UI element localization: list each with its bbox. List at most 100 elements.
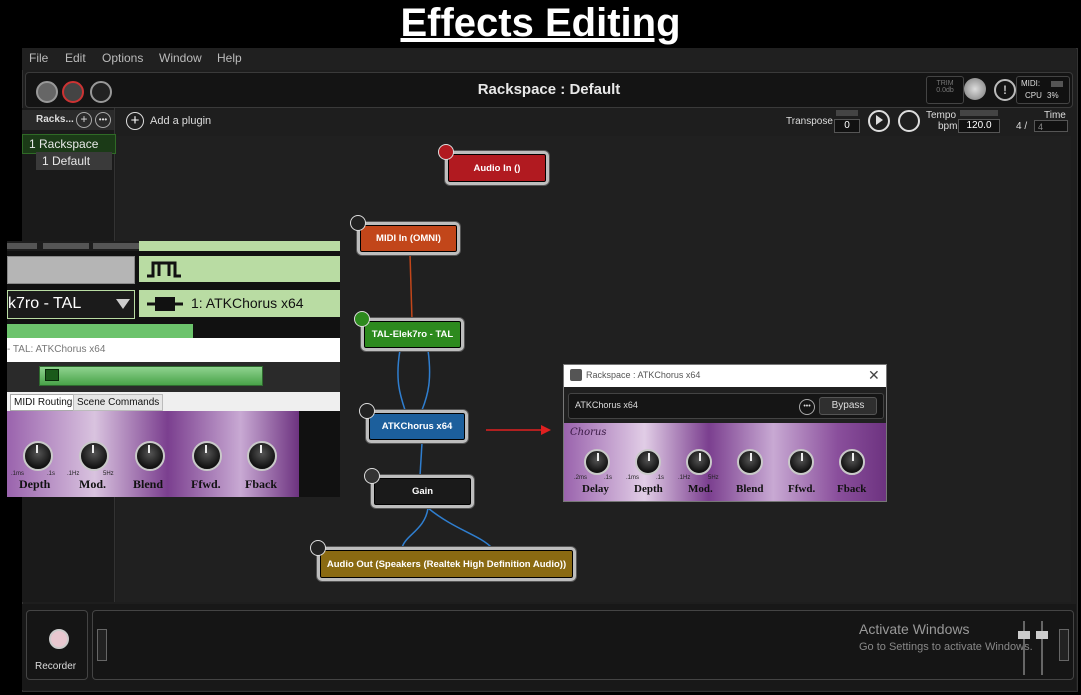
wire-audio-r-3: [427, 507, 493, 549]
overlay-top-strip: [7, 241, 340, 251]
node-atkchorus[interactable]: ATKChorus x64: [359, 403, 468, 443]
overlay-green-strip: [139, 241, 340, 251]
dialog-plugin-name: ATKChorus x64: [575, 400, 638, 410]
fback-knob[interactable]: [839, 449, 865, 475]
overlay-window-title: - TAL: ATKChorus x64: [7, 344, 106, 355]
global-rack-panel: Activate Windows Go to Settings to activ…: [92, 610, 1074, 680]
mod-max-tick: 5Hz: [708, 475, 719, 481]
fback-knob[interactable]: [247, 441, 277, 471]
node-gain[interactable]: Gain: [364, 468, 474, 508]
depth-min-tick: .1ms: [626, 475, 640, 481]
overlay-green-button[interactable]: [39, 366, 263, 386]
node-label: ATKChorus x64: [381, 421, 453, 432]
mod-label: Mod.: [688, 483, 713, 495]
dialog-titlebar: Rackspace : ATKChorus x64 ✕: [564, 365, 886, 387]
overlay-progress-strip: [7, 324, 193, 338]
overlay-tab-stub: [7, 243, 37, 249]
overlay-tab-bar: MIDI Routing Scene Commands: [7, 392, 340, 411]
gain-pin-icon: [364, 468, 380, 484]
plugin-editor-dialog: Rackspace : ATKChorus x64 ✕ ATKChorus x6…: [563, 364, 887, 502]
delay-label: Delay: [582, 483, 609, 495]
activate-windows-title: Activate Windows: [859, 621, 970, 637]
midi-in-pin-icon: [350, 215, 366, 231]
ffwd-label: Ffwd.: [191, 477, 221, 491]
depth-label: Depth: [634, 483, 663, 495]
tab-scene-commands[interactable]: Scene Commands: [73, 394, 164, 411]
activate-windows-subtitle: Go to Settings to activate Windows.: [859, 641, 1033, 653]
overlay-tab-stub: [43, 243, 89, 249]
delay-min-tick: .2ms: [574, 475, 588, 481]
depth-max-tick: .1s: [656, 475, 665, 481]
close-icon[interactable]: ✕: [868, 367, 880, 384]
dialog-title: Rackspace : ATKChorus x64: [586, 370, 701, 380]
depth-label: Depth: [19, 477, 51, 491]
wire-audio-2: [419, 442, 423, 477]
output-meter-icon: [1059, 629, 1069, 661]
mod-min-tick: .1Hz: [67, 471, 80, 477]
ffwd-label: Ffwd.: [788, 483, 816, 495]
overlay-gate-row[interactable]: [139, 256, 340, 282]
dialog-plugin-bar: ATKChorus x64 ••• Bypass: [568, 393, 884, 419]
delay-max-tick: .1s: [604, 475, 613, 481]
mod-knob[interactable]: [686, 449, 712, 475]
blend-label: Blend: [736, 483, 764, 495]
delay-knob[interactable]: [584, 449, 610, 475]
recorder-panel: Recorder: [26, 610, 88, 680]
record-icon[interactable]: [49, 629, 69, 649]
chain-item-label: 1: ATKChorus x64: [191, 295, 304, 311]
tab-midi-routing[interactable]: MIDI Routing: [10, 394, 77, 411]
wire-audio-r-1: [421, 349, 431, 411]
node-label: Audio Out (Speakers (Realtek High Defini…: [326, 558, 567, 570]
chorus-brand-label: Chorus: [570, 427, 607, 438]
wire-audio-l-1: [397, 349, 406, 411]
atk-pin-icon: [359, 403, 375, 419]
gate-icon: [147, 261, 181, 278]
app-icon: [570, 369, 582, 381]
blend-knob[interactable]: [737, 449, 763, 475]
depth-knob[interactable]: [635, 449, 661, 475]
keyboard-icon: [45, 369, 59, 381]
mod-label: Mod.: [79, 477, 106, 491]
fader-handle-1[interactable]: [1018, 631, 1030, 639]
mod-knob[interactable]: [79, 441, 109, 471]
chevron-down-icon: [116, 299, 130, 309]
fback-label: Fback: [245, 477, 278, 491]
fader-handle-2[interactable]: [1036, 631, 1048, 639]
plugin-select-value: k7ro - TAL: [8, 295, 82, 312]
node-label: MIDI In (OMNI): [376, 233, 441, 244]
node-label: Audio In (): [473, 162, 521, 174]
node-audio-in[interactable]: Audio In (): [438, 144, 549, 185]
chain-item-row[interactable]: 1: ATKChorus x64: [139, 290, 340, 317]
overlay-tab-stub: [93, 243, 139, 249]
blend-label: Blend: [133, 477, 164, 491]
fback-label: Fback: [837, 483, 867, 495]
chorus-plugin-panel: Chorus .2ms .1s .1ms .1s .1Hz 5Hz Delay …: [564, 423, 886, 501]
wire-audio-l-3: [401, 507, 429, 549]
node-midi-in[interactable]: MIDI In (OMNI): [350, 215, 460, 255]
ffwd-knob[interactable]: [788, 449, 814, 475]
node-audio-out[interactable]: Audio Out (Speakers (Realtek High Defini…: [310, 540, 576, 581]
fader-track-2: [1041, 621, 1043, 675]
overlay-chorus-panel: .1ms .1s .1Hz 5Hz Depth Mod. Blend Ffwd.…: [7, 411, 299, 497]
blend-knob[interactable]: [135, 441, 165, 471]
zoomed-plugin-panel: k7ro - TAL 1: ATKChorus x64 - TAL: ATKCh…: [7, 241, 340, 497]
mod-min-tick: .1Hz: [678, 475, 691, 481]
overlay-window-titlebar: - TAL: ATKChorus x64: [7, 338, 340, 362]
node-label: Gain: [411, 486, 434, 497]
plugin-chain-icon: [147, 297, 183, 311]
depth-knob[interactable]: [23, 441, 53, 471]
node-tal-elek7ro[interactable]: TAL-Elek7ro - TAL: [354, 311, 464, 351]
bypass-button[interactable]: Bypass: [819, 397, 877, 415]
pointer-arrow-head: [541, 425, 551, 435]
plugin-options-icon[interactable]: •••: [799, 399, 815, 415]
audio-out-pin-icon: [310, 540, 326, 556]
input-meter-icon: [97, 629, 107, 661]
fader-track-1: [1023, 621, 1025, 675]
ffwd-knob[interactable]: [192, 441, 222, 471]
bottom-panel: Recorder Activate Windows Go to Settings…: [22, 604, 1076, 690]
plugin-select-dropdown[interactable]: k7ro - TAL: [7, 290, 135, 319]
tal-pin-icon: [354, 311, 370, 327]
recorder-label: Recorder: [35, 661, 77, 672]
overlay-toolbar: [7, 362, 340, 392]
overlay-grey-field[interactable]: [7, 256, 135, 284]
